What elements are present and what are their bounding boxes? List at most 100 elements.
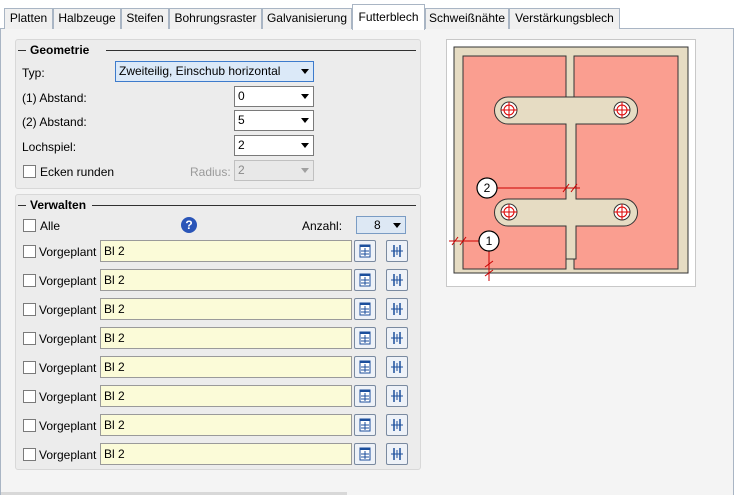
tab-steifen[interactable]: Steifen	[121, 8, 169, 29]
lochspiel-value: 2	[238, 138, 245, 152]
plate-icon-graphic	[391, 419, 403, 431]
row-checkbox[interactable]	[23, 245, 36, 258]
list-icon-graphic	[359, 360, 371, 374]
list-icon[interactable]	[354, 356, 376, 378]
list-icon-graphic	[359, 389, 371, 403]
chevron-down-icon	[301, 118, 309, 123]
plate-icon[interactable]	[386, 327, 408, 349]
lochspiel-label: Lochspiel:	[22, 140, 77, 154]
row-name-field[interactable]: Bl 2	[100, 443, 352, 465]
shim-right	[573, 55, 679, 270]
list-icon[interactable]	[354, 327, 376, 349]
typ-select[interactable]: Zweiteilig, Einschub horizontal	[115, 61, 314, 82]
tab-bohrungsraster[interactable]: Bohrungsraster	[169, 8, 262, 29]
radius-select: 2	[234, 160, 314, 181]
row-label: Vorgeplant	[39, 274, 97, 288]
radius-value: 2	[238, 163, 245, 177]
marker-2: 2	[484, 181, 491, 195]
plate-icon[interactable]	[386, 356, 408, 378]
plate-icon-graphic	[391, 390, 403, 402]
plate-icon[interactable]	[386, 414, 408, 436]
row-name-field[interactable]: Bl 2	[100, 240, 352, 262]
group-line	[18, 50, 26, 51]
anzahl-select[interactable]: 8	[356, 216, 406, 234]
row-label: Vorgeplant	[39, 390, 97, 404]
row-label: Vorgeplant	[39, 303, 97, 317]
manage-group: Verwalten Alle ? Anzahl: 8 Vorgeplant Bl…	[15, 194, 421, 470]
preview-panel: 2 1	[446, 39, 696, 287]
plate-icon-graphic	[391, 448, 403, 460]
futterblech-preview-diagram: 2 1	[449, 46, 689, 281]
row-checkbox[interactable]	[23, 332, 36, 345]
anzahl-label: Anzahl:	[302, 219, 343, 233]
plate-icon[interactable]	[386, 269, 408, 291]
tab-futterblech[interactable]: Futterblech	[352, 4, 425, 30]
plate-icon-graphic	[391, 361, 403, 373]
list-icon-graphic	[359, 302, 371, 316]
chevron-down-icon	[301, 94, 309, 99]
tab-schweissnaehte[interactable]: Schweißnähte	[425, 8, 509, 29]
plate-icon[interactable]	[386, 298, 408, 320]
ecken-runden-checkbox[interactable]	[23, 165, 36, 178]
list-icon-graphic	[359, 331, 371, 345]
geometry-group: Geometrie Typ: Zweiteilig, Einschub hori…	[15, 39, 421, 189]
abstand2-label: (2) Abstand:	[22, 115, 87, 129]
tab-galvanisierung[interactable]: Galvanisierung	[262, 8, 352, 29]
abstand2-value: 5	[238, 113, 245, 127]
plate-icon[interactable]	[386, 240, 408, 262]
list-icon-graphic	[359, 418, 371, 432]
bolt-hole	[500, 101, 518, 119]
tab-halbzeuge[interactable]: Halbzeuge	[53, 8, 121, 29]
help-icon[interactable]: ?	[181, 217, 197, 233]
row-label: Vorgeplant	[39, 448, 97, 462]
row-name-field[interactable]: Bl 2	[100, 269, 352, 291]
row-checkbox[interactable]	[23, 361, 36, 374]
list-icon-graphic	[359, 447, 371, 461]
anzahl-value: 8	[374, 218, 381, 232]
row-label: Vorgeplant	[39, 361, 97, 375]
tab-platten[interactable]: Platten	[4, 8, 53, 29]
list-icon[interactable]	[354, 443, 376, 465]
manage-title: Verwalten	[30, 198, 87, 212]
bolt-hole	[613, 203, 631, 221]
row-checkbox[interactable]	[23, 303, 36, 316]
list-icon-graphic	[359, 244, 371, 258]
bolt-hole	[613, 101, 631, 119]
row-checkbox[interactable]	[23, 419, 36, 432]
marker-1: 1	[486, 234, 493, 248]
row-name-field[interactable]: Bl 2	[100, 414, 352, 436]
row-checkbox[interactable]	[23, 390, 36, 403]
row-name-field[interactable]: Bl 2	[100, 327, 352, 349]
alle-label: Alle	[40, 219, 61, 233]
chevron-down-icon	[301, 168, 309, 173]
list-icon[interactable]	[354, 240, 376, 262]
group-line	[106, 50, 416, 51]
row-name-field[interactable]: Bl 2	[100, 385, 352, 407]
ecken-runden-label: Ecken runden	[40, 165, 115, 179]
row-checkbox[interactable]	[23, 448, 36, 461]
group-line	[18, 205, 26, 206]
list-icon[interactable]	[354, 385, 376, 407]
tab-verstaerkungsblech[interactable]: Verstärkungsblech	[509, 8, 620, 29]
list-icon[interactable]	[354, 298, 376, 320]
plate-icon[interactable]	[386, 385, 408, 407]
plate-icon-graphic	[391, 274, 403, 286]
row-label: Vorgeplant	[39, 332, 97, 346]
lochspiel-select[interactable]: 2	[234, 135, 314, 156]
row-name-field[interactable]: Bl 2	[100, 356, 352, 378]
plate-icon[interactable]	[386, 443, 408, 465]
tab-content: Geometrie Typ: Zweiteilig, Einschub hori…	[0, 29, 734, 495]
radius-label: Radius:	[190, 165, 231, 179]
list-icon-graphic	[359, 273, 371, 287]
row-checkbox[interactable]	[23, 274, 36, 287]
shim-left	[462, 55, 567, 270]
abstand2-select[interactable]: 5	[234, 110, 314, 131]
group-line	[92, 205, 416, 206]
plate-icon-graphic	[391, 303, 403, 315]
row-name-field[interactable]: Bl 2	[100, 298, 352, 320]
typ-label: Typ:	[22, 66, 45, 80]
list-icon[interactable]	[354, 269, 376, 291]
alle-checkbox[interactable]	[23, 219, 36, 232]
list-icon[interactable]	[354, 414, 376, 436]
abstand1-select[interactable]: 0	[234, 86, 314, 107]
